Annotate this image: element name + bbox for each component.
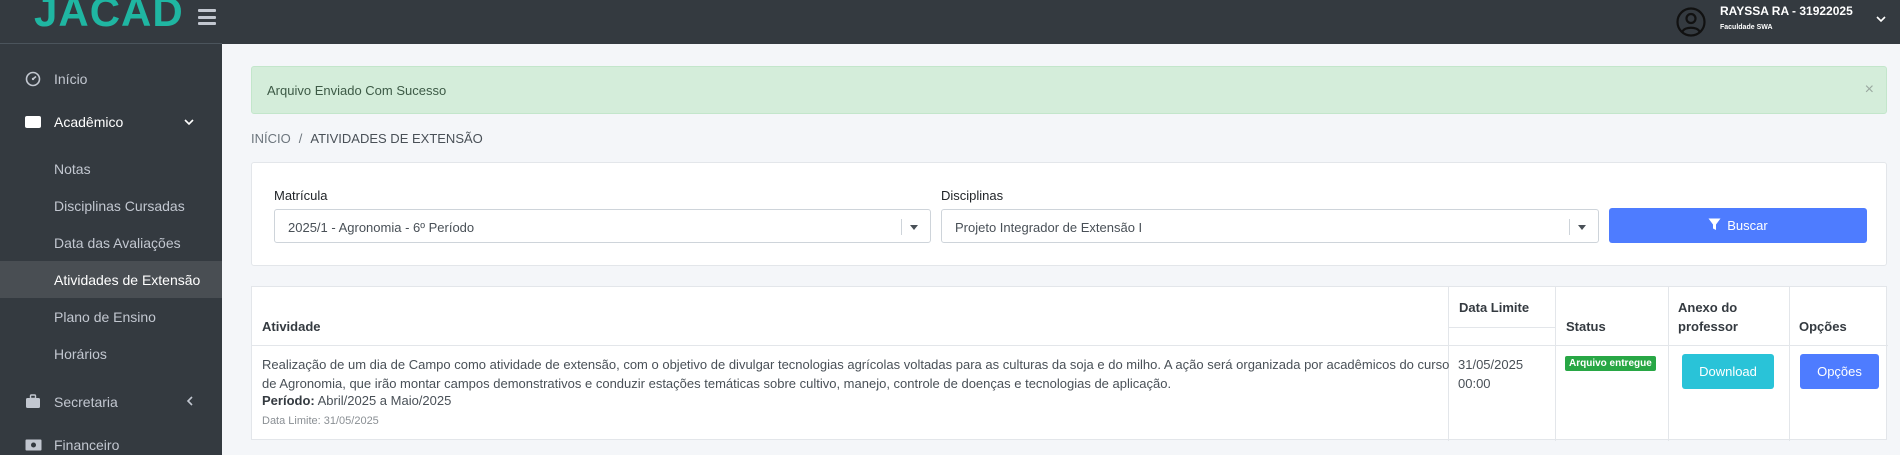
periodo-label: Período: xyxy=(262,393,315,408)
close-icon[interactable]: × xyxy=(1865,81,1874,99)
date-value: 31/05/2025 xyxy=(1458,357,1524,372)
disciplinas-select[interactable]: Projeto Integrador de Extensão I xyxy=(941,209,1599,243)
sidebar-item-label: Data das Avaliações xyxy=(54,234,181,251)
brand: JACAD xyxy=(0,0,222,44)
data-limite-cell: 31/05/2025 00:00 xyxy=(1458,355,1523,393)
breadcrumb-home[interactable]: INÍCIO xyxy=(251,131,291,146)
sidebar-item-label: Financeiro xyxy=(54,436,120,453)
sidebar-item-secretaria[interactable]: Secretaria xyxy=(0,383,222,420)
sidebar-item-atividades-extensao[interactable]: Atividades de Extensão xyxy=(0,261,222,298)
sidebar-item-disciplinas-cursadas[interactable]: Disciplinas Cursadas xyxy=(0,187,222,224)
sidebar-item-academico[interactable]: Acadêmico xyxy=(0,103,222,140)
sidebar-item-inicio[interactable]: Início xyxy=(0,60,222,97)
select-separator xyxy=(1569,219,1570,235)
chevron-down-icon xyxy=(184,115,194,129)
download-button[interactable]: Download xyxy=(1682,354,1774,389)
header-atividade: Atividade xyxy=(262,319,321,334)
sidebar-item-label: Início xyxy=(54,70,88,87)
disciplinas-value: Projeto Integrador de Extensão I xyxy=(955,220,1143,235)
briefcase-icon xyxy=(24,393,42,411)
disciplinas-label: Disciplinas xyxy=(941,188,1004,203)
alert-message: Arquivo Enviado Com Sucesso xyxy=(267,83,447,98)
sidebar-item-notas[interactable]: Notas xyxy=(0,150,222,187)
opcoes-button[interactable]: Opções xyxy=(1800,354,1879,389)
sidebar-item-label: Plano de Ensino xyxy=(54,308,156,325)
breadcrumb: INÍCIO / ATIVIDADES DE EXTENSÃO xyxy=(251,131,483,146)
header-anexo-2: professor xyxy=(1678,319,1738,334)
filter-card: Matrícula 2025/1 - Agronomia - 6º Períod… xyxy=(251,162,1887,266)
status-badge: Arquivo entregue xyxy=(1565,356,1656,371)
filter-icon xyxy=(1708,218,1721,234)
user-avatar-icon xyxy=(1676,7,1706,37)
sidebar-item-label: Atividades de Extensão xyxy=(54,271,201,288)
user-name: RAYSSA RA - 31922025 xyxy=(1720,4,1853,18)
matricula-select[interactable]: 2025/1 - Agronomia - 6º Período xyxy=(274,209,931,243)
book-icon xyxy=(24,113,42,131)
dashboard-icon xyxy=(24,70,42,88)
breadcrumb-separator: / xyxy=(298,131,303,146)
data-limite-note: Data Limite: 31/05/2025 xyxy=(262,415,379,427)
topbar: RAYSSA RA - 31922025 Faculdade SWA xyxy=(222,0,1900,44)
sidebar-item-label: Notas xyxy=(54,160,91,177)
activity-description: Realização de um dia de Campo como ativi… xyxy=(262,357,1450,391)
chevron-down-icon[interactable] xyxy=(1876,12,1886,26)
activities-table: Atividade Data Limite Status Anexo do pr… xyxy=(251,286,1888,441)
matricula-label: Matrícula xyxy=(274,188,328,203)
search-button[interactable]: Buscar xyxy=(1609,208,1867,243)
matricula-value: 2025/1 - Agronomia - 6º Período xyxy=(288,220,475,235)
select-separator xyxy=(901,219,902,235)
menu-toggle-icon[interactable] xyxy=(198,9,216,25)
search-button-label: Buscar xyxy=(1727,218,1768,233)
sidebar-item-label: Acadêmico xyxy=(54,113,124,130)
sidebar-item-data-avaliacoes[interactable]: Data das Avaliações xyxy=(0,224,222,261)
caret-down-icon xyxy=(910,225,918,230)
sidebar-item-horarios[interactable]: Horários xyxy=(0,335,222,372)
sidebar-item-financeiro[interactable]: Financeiro xyxy=(0,426,222,455)
header-opcoes: Opções xyxy=(1799,319,1847,334)
header-status: Status xyxy=(1566,319,1606,334)
breadcrumb-current: ATIVIDADES DE EXTENSÃO xyxy=(310,131,483,146)
header-data-limite: Data Limite xyxy=(1459,300,1530,315)
sidebar-item-label: Horários xyxy=(54,345,107,362)
activity-periodo: Período: Abril/2025 a Maio/2025 xyxy=(262,393,451,408)
success-alert: Arquivo Enviado Com Sucesso × xyxy=(251,66,1887,114)
sidebar-item-label: Disciplinas Cursadas xyxy=(54,197,185,214)
sidebar-item-plano-ensino[interactable]: Plano de Ensino xyxy=(0,298,222,335)
sidebar-item-label: Secretaria xyxy=(54,393,118,410)
header-anexo-1: Anexo do xyxy=(1678,300,1738,315)
user-institution: Faculdade SWA xyxy=(1720,24,1773,31)
chevron-left-icon xyxy=(186,395,194,409)
periodo-value: Abril/2025 a Maio/2025 xyxy=(317,393,452,408)
brand-logo[interactable]: JACAD xyxy=(34,0,184,34)
sidebar: JACAD Início Acadêmico Notas Disciplinas… xyxy=(0,0,222,455)
money-icon xyxy=(24,436,42,454)
time-value: 00:00 xyxy=(1458,376,1491,391)
caret-down-icon xyxy=(1578,225,1586,230)
